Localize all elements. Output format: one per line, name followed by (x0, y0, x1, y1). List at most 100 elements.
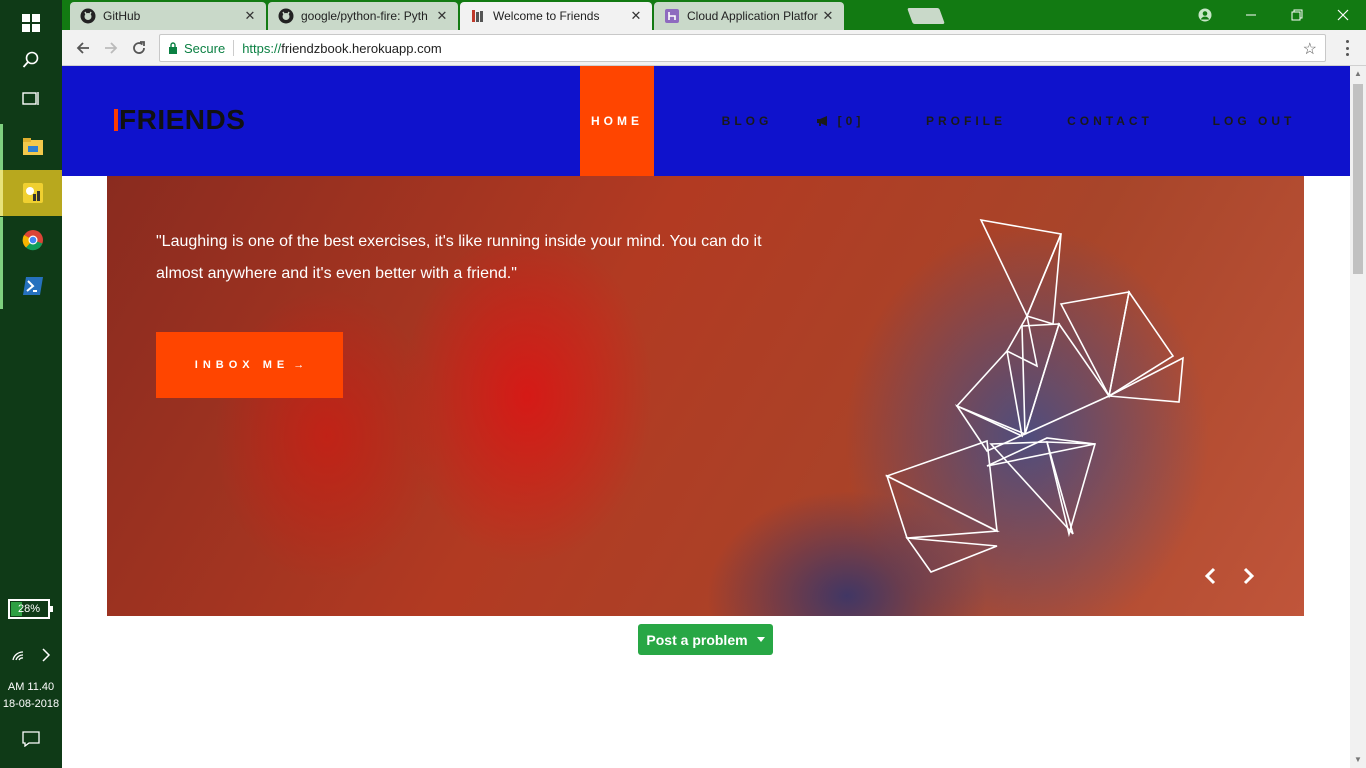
nav-notifications[interactable]: [0] (807, 66, 873, 176)
inbox-me-label: INBOX ME (194, 359, 290, 371)
url-scheme: https:// (242, 40, 282, 56)
github-icon (80, 8, 96, 24)
powershell-button[interactable] (0, 263, 62, 309)
minimize-button[interactable] (1228, 0, 1274, 30)
tab-github[interactable]: GitHub ✕ (70, 2, 266, 30)
post-a-problem-label: Post a problem (646, 631, 748, 648)
divider (233, 40, 235, 56)
chrome-taskbar-button[interactable] (0, 217, 62, 263)
tab-welcome-to-friends[interactable]: Welcome to Friends ✕ (460, 2, 652, 30)
clock-time[interactable]: AM 11.40 (0, 679, 62, 695)
action-center-button[interactable] (0, 716, 62, 762)
notification-count: [0] (837, 114, 865, 128)
page-viewport: FRIENDS HOME BLOG [0] PROFILE CONTACT LO… (62, 66, 1350, 768)
logo-text: FRIENDS (119, 104, 246, 135)
hero-carousel: "Laughing is one of the best exercises, … (107, 176, 1304, 616)
windows-logo-icon (22, 14, 40, 32)
url-text[interactable]: https://friendzbook.herokuapp.com (242, 41, 441, 56)
security-indicator[interactable]: Secure (160, 41, 225, 56)
reload-icon (133, 41, 145, 54)
browser-tab-strip: GitHub ✕ google/python-fire: Pyth ✕ Welc… (62, 0, 1366, 30)
security-label: Secure (184, 40, 226, 56)
screen: 28% AM 11.40 18-08-2018 GitHub ✕ google/… (0, 0, 1366, 768)
nav-contact[interactable]: CONTACT (1062, 66, 1158, 176)
lock-icon (169, 42, 177, 54)
powershell-icon (22, 277, 43, 295)
menu-dot (1345, 40, 1349, 43)
close-window-button[interactable] (1320, 0, 1366, 30)
chrome-icon (22, 230, 43, 251)
close-icon[interactable]: ✕ (628, 8, 644, 24)
arrow-right-icon (105, 42, 118, 54)
tab-title: GitHub (103, 9, 141, 23)
windows-taskbar: 28% AM 11.40 18-08-2018 (0, 0, 62, 768)
battery-nub (50, 606, 53, 612)
close-icon[interactable]: ✕ (434, 8, 450, 24)
nav-profile[interactable]: PROFILE (920, 66, 1012, 176)
address-bar[interactable]: Secure https://friendzbook.herokuapp.com… (159, 34, 1326, 62)
task-view-button[interactable] (0, 76, 62, 122)
chrome-menu-button[interactable] (1337, 38, 1357, 58)
close-icon (1337, 9, 1349, 21)
wifi-icon (12, 651, 24, 661)
clock-date[interactable]: 18-08-2018 (0, 696, 62, 712)
file-explorer-button[interactable] (0, 124, 62, 170)
nav-logout[interactable]: LOG OUT (1208, 66, 1300, 176)
nav-home[interactable]: HOME (580, 66, 654, 176)
url-host: friendzbook.herokuapp.com (281, 40, 442, 56)
arrow-right-icon: → (293, 359, 305, 371)
scroll-up-arrow-icon[interactable]: ▲ (1350, 66, 1366, 82)
chevron-left-icon (1204, 567, 1216, 585)
geometric-hand-overlay (884, 218, 1184, 573)
tab-python-fire[interactable]: google/python-fire: Pyth ✕ (268, 2, 458, 30)
restore-button[interactable] (1274, 0, 1320, 30)
chevron-right-icon (1243, 567, 1255, 585)
inbox-me-button[interactable]: INBOX ME → (156, 332, 343, 398)
chevron-right-icon (42, 648, 51, 662)
browser-toolbar: Secure https://friendzbook.herokuapp.com… (62, 30, 1366, 66)
megaphone-icon (816, 116, 827, 126)
app-icon (22, 183, 43, 203)
battery-indicator[interactable]: 28% (8, 599, 53, 619)
scroll-down-arrow-icon[interactable]: ▼ (1350, 752, 1366, 768)
hero-quote: "Laughing is one of the best exercises, … (156, 233, 762, 282)
github-icon (278, 8, 294, 24)
scrollbar-thumb[interactable] (1353, 84, 1363, 274)
heroku-icon (664, 8, 680, 24)
profile-button[interactable] (1182, 0, 1228, 30)
battery-label: 28% (17, 603, 41, 615)
post-a-problem-dropdown[interactable]: Post a problem (638, 624, 773, 655)
caret-down-icon (756, 637, 765, 642)
tab-heroku[interactable]: Cloud Application Platfor ✕ (654, 2, 844, 30)
site-navbar: FRIENDS HOME BLOG [0] PROFILE CONTACT LO… (62, 66, 1350, 176)
power-bi-button[interactable] (0, 170, 62, 216)
restore-icon (1291, 9, 1303, 21)
new-tab-button[interactable] (907, 8, 945, 24)
close-icon[interactable]: ✕ (820, 8, 836, 24)
forward-button[interactable] (100, 37, 122, 59)
close-icon[interactable]: ✕ (242, 8, 258, 24)
menu-dot (1345, 46, 1349, 50)
minimize-icon (1246, 14, 1256, 16)
task-view-icon (22, 92, 39, 105)
carousel-prev-button[interactable] (1203, 561, 1217, 592)
folder-icon (22, 138, 43, 155)
notification-icon (22, 731, 40, 747)
carousel-next-button[interactable] (1242, 561, 1256, 592)
logo-accent (114, 109, 118, 131)
show-hidden-icons-button[interactable] (32, 632, 60, 678)
back-button[interactable] (72, 37, 94, 59)
site-logo[interactable]: FRIENDS (114, 104, 245, 136)
friends-favicon (470, 8, 486, 24)
reload-button[interactable] (128, 37, 150, 59)
tab-title: Cloud Application Platfor (687, 9, 818, 23)
user-icon (1198, 8, 1212, 22)
search-icon (22, 51, 39, 68)
menu-dot (1345, 53, 1349, 56)
nav-blog[interactable]: BLOG (692, 66, 802, 176)
arrow-left-icon (76, 42, 89, 54)
tab-title: google/python-fire: Pyth (301, 9, 428, 23)
page-scrollbar[interactable]: ▲ ▼ (1350, 66, 1366, 768)
tab-title: Welcome to Friends (493, 9, 600, 23)
bookmark-star-icon[interactable]: ☆ (1303, 39, 1317, 59)
